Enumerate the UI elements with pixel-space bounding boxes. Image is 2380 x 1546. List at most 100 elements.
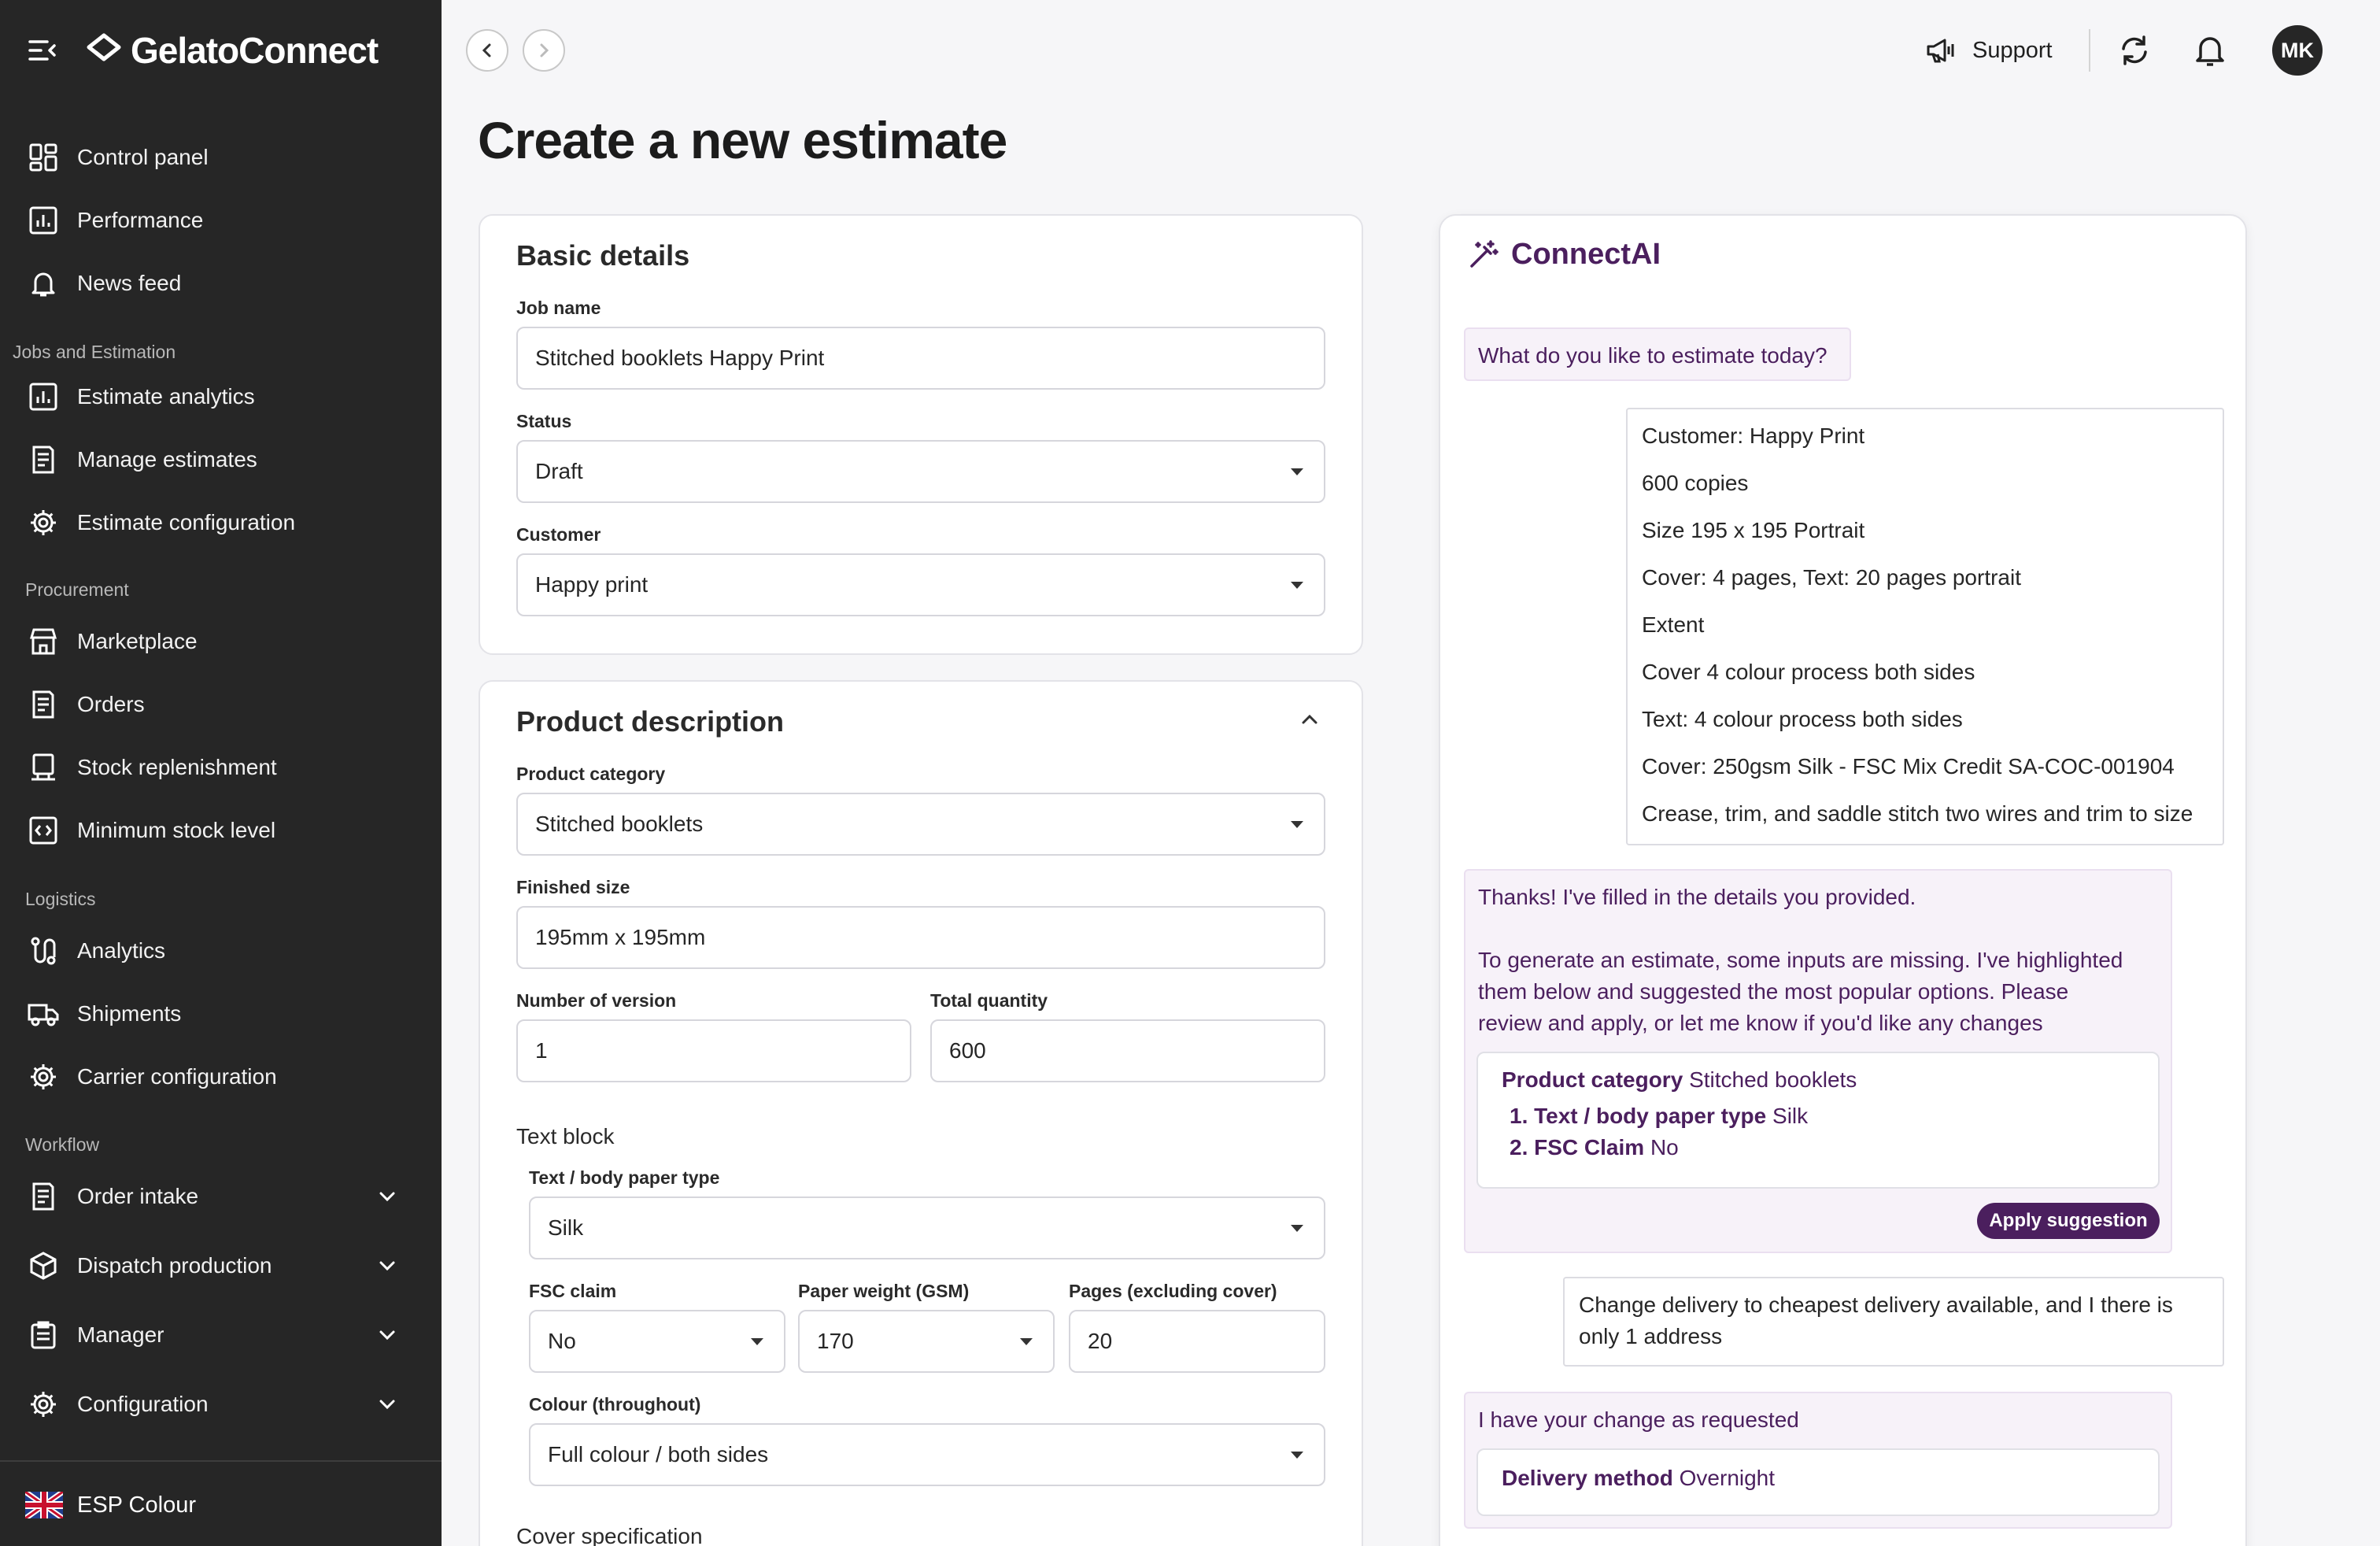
user-message-line: Cover 4 colour process both sides <box>1642 660 1975 684</box>
paper-weight-select[interactable]: 170 <box>798 1310 1055 1373</box>
finished-size-label: Finished size <box>516 877 630 897</box>
page-title: Create a new estimate <box>478 111 1007 169</box>
sidebar-item-performance[interactable]: Performance <box>27 198 420 242</box>
forward-button[interactable] <box>523 29 565 72</box>
section-procurement: Procurement <box>25 579 129 600</box>
sidebar-item-label: Orders <box>77 692 145 716</box>
sync-button[interactable] <box>2114 30 2155 71</box>
user-message-line: Text: 4 colour process both sides <box>1642 707 1963 731</box>
sidebar-item-manage-estimates[interactable]: Manage estimates <box>27 438 420 482</box>
sidebar-item-estimate-configuration[interactable]: Estimate configuration <box>27 501 420 545</box>
suggestion-value: Stitched booklets <box>1689 1067 1857 1092</box>
section-jobs-estimation: Jobs and Estimation <box>13 342 176 362</box>
paper-type-select[interactable]: Silk <box>529 1196 1325 1259</box>
total-quantity-value[interactable] <box>949 1038 1324 1063</box>
colour-label: Colour (throughout) <box>529 1394 701 1415</box>
suggestion-number: 1. <box>1510 1104 1528 1128</box>
ai-reply-text: To generate an estimate, some inputs are… <box>1478 948 2123 972</box>
bell-icon <box>27 267 60 300</box>
fsc-claim-select[interactable]: No <box>529 1310 785 1373</box>
ai-greeting-text: What do you like to estimate today? <box>1478 343 1828 368</box>
sidebar-item-dispatch-production[interactable]: Dispatch production <box>27 1244 420 1288</box>
sidebar-item-stock-replenishment[interactable]: Stock replenishment <box>27 745 420 790</box>
sidebar-item-orders[interactable]: Orders <box>27 682 420 727</box>
sync-icon <box>2122 35 2147 65</box>
suggestion-item: 2. FSC Claim No <box>1510 1135 1679 1160</box>
sidebar-item-label: Dispatch production <box>77 1253 272 1278</box>
pages-input[interactable] <box>1069 1310 1325 1373</box>
suggestion-item: 1. Text / body paper type Silk <box>1510 1104 1808 1129</box>
caret-down-icon <box>1291 582 1303 589</box>
sidebar-item-label: Carrier configuration <box>77 1064 277 1089</box>
sidebar-item-order-intake[interactable]: Order intake <box>27 1174 420 1219</box>
chevron-down-icon[interactable] <box>375 1392 400 1417</box>
total-quantity-input[interactable] <box>930 1019 1325 1082</box>
ai-reply-text: them below and suggested the most popula… <box>1478 979 2069 1004</box>
avatar[interactable]: MK <box>2272 25 2323 76</box>
delivery-suggestion-box: Delivery method Overnight <box>1476 1448 2160 1516</box>
sidebar-item-minimum-stock-level[interactable]: Minimum stock level <box>27 808 420 853</box>
document-icon <box>27 688 60 721</box>
colour-select[interactable]: Full colour / both sides <box>529 1423 1325 1486</box>
box-icon <box>27 1249 60 1282</box>
chevron-down-icon[interactable] <box>375 1253 400 1278</box>
sidebar-item-shipments[interactable]: Shipments <box>27 992 420 1036</box>
sidebar-item-configuration[interactable]: Configuration <box>27 1382 420 1426</box>
ai-reply-text: I have your change as requested <box>1478 1407 1799 1432</box>
sidebar-item-label: Order intake <box>77 1184 199 1208</box>
chevron-down-icon[interactable] <box>375 1184 400 1209</box>
sidebar-item-carrier-configuration[interactable]: Carrier configuration <box>27 1055 420 1099</box>
uk-flag-icon <box>23 1489 65 1521</box>
product-category-label: Product category <box>516 764 666 784</box>
product-description-title: Product description <box>516 705 785 738</box>
apply-suggestion-button[interactable]: Apply suggestion <box>1977 1203 2160 1239</box>
user-message-bubble-2: Change delivery to cheapest delivery ava… <box>1563 1277 2224 1367</box>
job-name-value[interactable] <box>535 346 1324 371</box>
caret-down-icon <box>1291 1452 1303 1459</box>
suggestion-key: FSC Claim <box>1534 1135 1645 1160</box>
product-category-select[interactable]: Stitched booklets <box>516 793 1325 856</box>
language-selector[interactable]: ESP Colour <box>23 1488 196 1522</box>
support-button[interactable]: Support <box>1924 30 2053 71</box>
gear-icon <box>27 506 60 539</box>
sidebar-item-label: Marketplace <box>77 629 198 653</box>
number-of-version-value[interactable] <box>535 1038 910 1063</box>
caret-down-icon <box>751 1338 763 1345</box>
language-label: ESP Colour <box>77 1492 196 1518</box>
support-label: Support <box>1972 37 2053 63</box>
pages-value[interactable] <box>1088 1329 1324 1354</box>
brand: GelatoConnect <box>27 27 379 74</box>
customer-select[interactable]: Happy print <box>516 553 1325 616</box>
back-button[interactable] <box>466 29 508 72</box>
megaphone-icon <box>1924 33 1958 68</box>
sidebar-item-manager[interactable]: Manager <box>27 1313 420 1357</box>
monitor-icon <box>27 751 60 784</box>
menu-collapse-icon[interactable] <box>27 35 58 66</box>
document-icon <box>27 443 60 476</box>
sidebar-item-news-feed[interactable]: News feed <box>27 261 420 305</box>
suggestion-value: Silk <box>1772 1104 1809 1128</box>
user-message-line: Size 195 x 195 Portrait <box>1642 518 1865 542</box>
sidebar-item-estimate-analytics[interactable]: Estimate analytics <box>27 375 420 419</box>
number-of-version-input[interactable] <box>516 1019 911 1082</box>
user-message-line: Customer: Happy Print <box>1642 423 1865 448</box>
finished-size-value[interactable] <box>535 925 1324 950</box>
status-select[interactable]: Draft <box>516 440 1325 503</box>
sidebar-item-analytics[interactable]: Analytics <box>27 929 420 973</box>
code-icon <box>27 814 60 847</box>
chevron-up-icon[interactable] <box>1297 707 1322 732</box>
chevron-down-icon[interactable] <box>375 1322 400 1348</box>
gear-icon <box>27 1060 60 1093</box>
user-message-line: Change delivery to cheapest delivery ava… <box>1579 1293 2173 1317</box>
suggestion-category: Product category Stitched booklets <box>1502 1067 1857 1093</box>
notifications-button[interactable] <box>2190 30 2230 71</box>
suggestion-value: No <box>1650 1135 1679 1160</box>
user-message-line: only 1 address <box>1579 1324 1723 1348</box>
job-name-input[interactable] <box>516 327 1325 390</box>
finished-size-input[interactable] <box>516 906 1325 969</box>
sidebar-item-marketplace[interactable]: Marketplace <box>27 620 420 664</box>
grid-icon <box>27 141 60 174</box>
paper-type-value: Silk <box>548 1215 584 1240</box>
chevron-right-icon <box>540 43 549 57</box>
sidebar-item-control-panel[interactable]: Control panel <box>27 135 420 179</box>
